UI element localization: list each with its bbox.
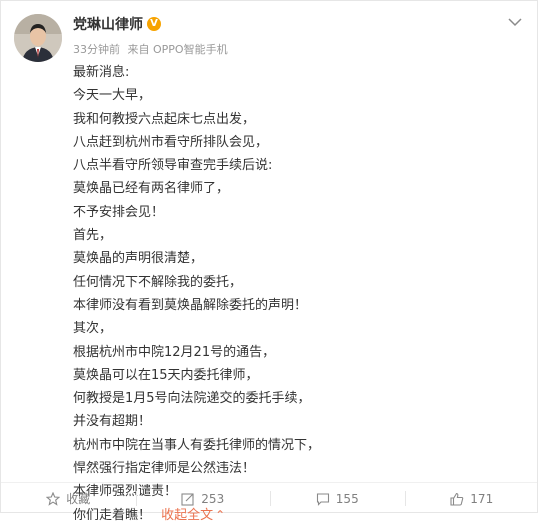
favorite-button[interactable]: 收藏 (1, 483, 136, 514)
comment-button[interactable]: 155 (270, 483, 405, 514)
author-name[interactable]: 党琳山律师 (73, 14, 143, 34)
post-line: 杭州市中院在当事人有委托律师的情况下， (73, 437, 321, 453)
post-content: 最新消息: 今天一大早， 我和何教授六点起床七点出发， 八点赶到杭州市看守所排队… (73, 61, 513, 527)
thumbs-up-icon (450, 492, 464, 506)
repost-button[interactable]: 253 (135, 483, 271, 514)
post-line: 八点半看守所领导审查完手续后说: (73, 158, 273, 174)
repost-count: 253 (201, 491, 225, 506)
post-line: 任何情况下不解除我的委托， (73, 274, 243, 290)
post-line: 八点赶到杭州市看守所排队会见， (73, 134, 269, 150)
weibo-post-card: 党琳山律师 V 33分钟前 来自 OPPO智能手机 最新消息: 今天一大早， 我… (0, 0, 539, 523)
post-line: 何教授是1月5号向法院递交的委托手续， (73, 391, 311, 407)
action-bar: 收藏 253 155 171 (1, 483, 539, 514)
post-source: 来自 OPPO智能手机 (127, 43, 228, 56)
post-line: 首先， (73, 228, 113, 244)
post-line: 今天一大早， (73, 88, 152, 104)
post-meta: 33分钟前 来自 OPPO智能手机 (73, 41, 232, 57)
post-line: 莫焕晶可以在15天内委托律师， (73, 367, 259, 383)
repost-icon (181, 492, 194, 506)
comment-count: 155 (335, 491, 359, 506)
post-line: 不予安排会见！ (73, 204, 165, 220)
like-count: 171 (470, 491, 494, 506)
post-line: 并没有超期！ (73, 414, 152, 430)
like-button[interactable]: 171 (404, 483, 540, 514)
portrait-avatar-icon (14, 14, 62, 62)
author-avatar[interactable] (14, 14, 62, 62)
post-line: 莫焕晶的声明很清楚， (73, 251, 204, 267)
star-icon (46, 491, 61, 506)
post-time[interactable]: 33分钟前 (73, 43, 120, 56)
post-line: 最新消息: (73, 65, 130, 80)
post-line: 我和何教授六点起床七点出发， (73, 111, 256, 127)
verified-badge-icon: V (147, 17, 161, 31)
author-name-row: 党琳山律师 V (73, 14, 161, 34)
post-line: 悍然强行指定律师是公然违法！ (73, 461, 256, 477)
comment-icon (316, 492, 329, 506)
favorite-label: 收藏 (66, 492, 91, 506)
post-line: 莫焕晶已经有两名律师了， (73, 181, 230, 197)
post-line: 本律师没有看到莫焕晶解除委托的声明！ (73, 297, 308, 313)
post-line: 根据杭州市中院12月21号的通告， (73, 344, 276, 360)
more-options-chevron-icon[interactable] (507, 13, 523, 27)
post-line: 其次， (73, 321, 113, 337)
